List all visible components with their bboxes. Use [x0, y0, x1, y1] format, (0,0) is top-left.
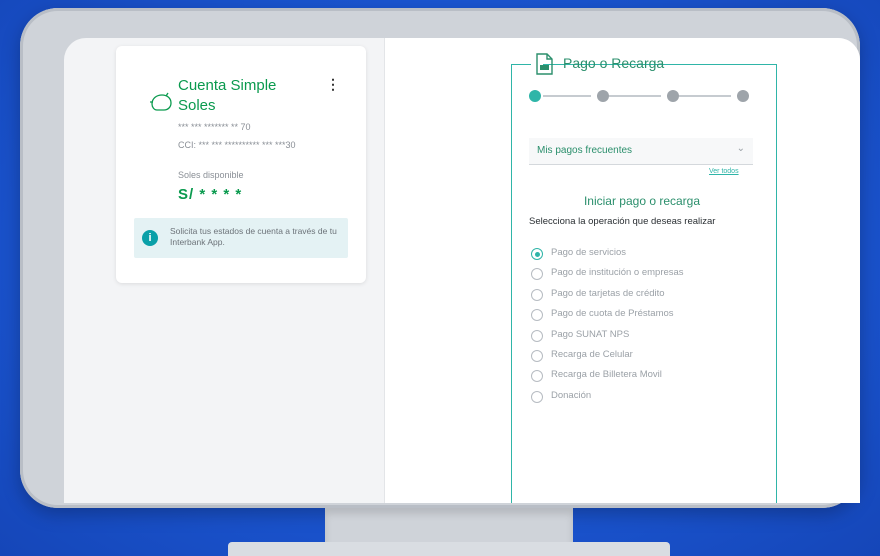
step-4-indicator	[737, 90, 749, 102]
section-subtitle: Selecciona la operación que deseas reali…	[529, 216, 716, 227]
piggy-bank-icon	[150, 92, 172, 111]
account-name-line1: Cuenta Simple	[178, 77, 277, 94]
option-label: Donación	[551, 389, 592, 401]
step-2-indicator	[597, 90, 609, 102]
kebab-menu-icon[interactable]: ⋮	[326, 76, 340, 93]
radio-button[interactable]	[531, 248, 543, 260]
option-label: Pago de servicios	[551, 247, 626, 258]
stepper	[529, 90, 759, 102]
account-name-line2: Soles	[178, 97, 216, 114]
option-label: Pago de institución o empresas	[551, 267, 684, 279]
info-banner: i Solicita tus estados de cuenta a travé…	[134, 218, 348, 258]
payment-panel: Pago o Recarga Mis pagos frecuentes ⌄ Ve…	[384, 38, 860, 503]
info-banner-text: Solicita tus estados de cuenta a través …	[170, 226, 337, 247]
option-label: Pago de cuota de Préstamos	[551, 308, 674, 320]
payment-title-wrap: Pago o Recarga	[531, 50, 664, 80]
monitor-frame: Cuenta Simple Soles ⋮ *** *** ******* **…	[20, 8, 860, 508]
frequent-payments-dropdown[interactable]: Mis pagos frecuentes ⌄	[529, 138, 753, 165]
step-1-indicator	[529, 90, 541, 102]
account-cci: CCI: *** *** ********** *** ***30	[178, 140, 296, 150]
section-title: Iniciar pago o recarga	[583, 194, 701, 208]
step-3-indicator	[667, 90, 679, 102]
account-card[interactable]: Cuenta Simple Soles ⋮ *** *** ******* **…	[116, 46, 366, 283]
payment-form-box	[511, 64, 777, 503]
option-label: Recarga de Celular	[551, 348, 633, 360]
dropdown-value: Mis pagos frecuentes	[537, 145, 633, 156]
info-icon: i	[142, 230, 158, 246]
radio-button[interactable]	[531, 288, 543, 301]
option-label: Pago SUNAT NPS	[551, 328, 630, 340]
app-screen: Cuenta Simple Soles ⋮ *** *** ******* **…	[64, 38, 860, 503]
monitor-neck	[325, 508, 573, 546]
account-number: *** *** ******* ** 70	[178, 122, 251, 132]
balance-value[interactable]: S/ * * * *	[178, 186, 242, 203]
chevron-down-icon: ⌄	[736, 143, 745, 154]
monitor-base	[228, 542, 670, 556]
radio-button[interactable]	[531, 329, 543, 342]
payment-title: Pago o Recarga	[563, 55, 665, 71]
radio-button[interactable]	[531, 390, 543, 403]
see-all-link[interactable]: Ver todos	[709, 168, 739, 175]
radio-button[interactable]	[531, 349, 543, 362]
account-name: Cuenta Simple Soles	[178, 76, 276, 116]
document-icon	[536, 53, 553, 75]
option-label: Recarga de Billetera Movil	[551, 369, 662, 381]
option-label: Pago de tarjetas de crédito	[551, 287, 665, 299]
balance-label: Soles disponible	[178, 170, 244, 180]
